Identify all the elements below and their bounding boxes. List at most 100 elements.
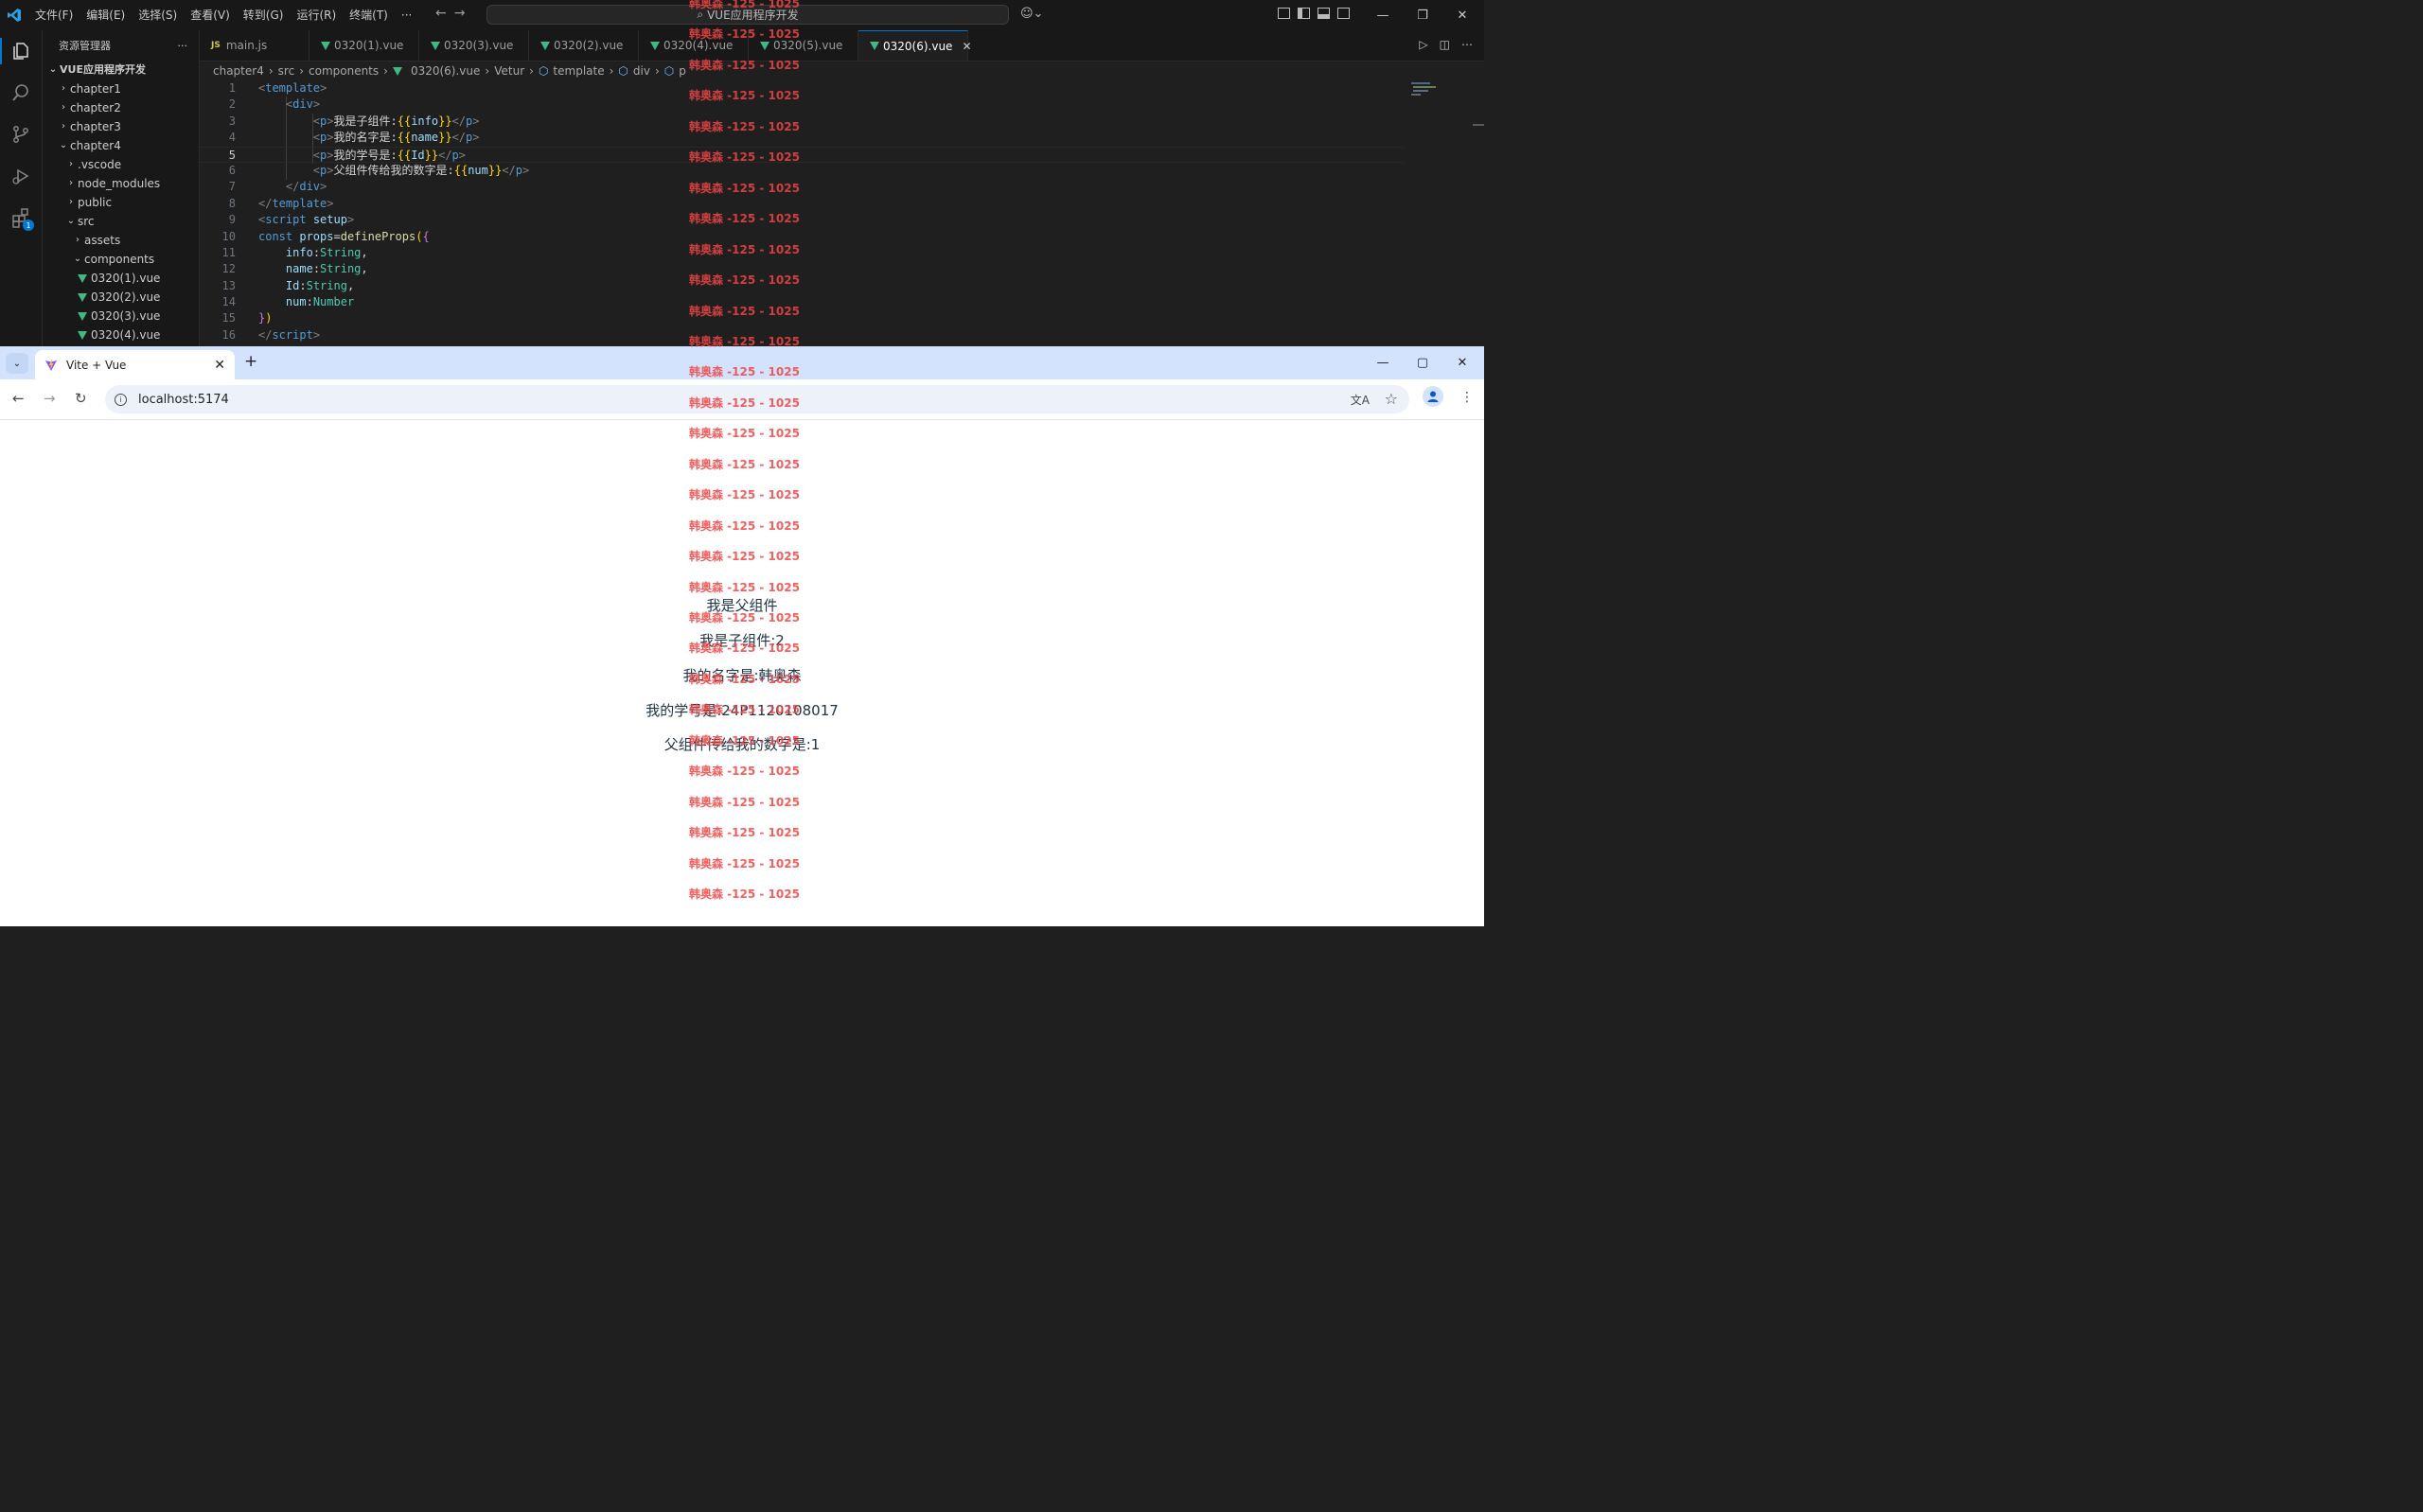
chevron-right-icon: › <box>69 159 73 169</box>
tree-item-label: 0320(3).vue <box>91 309 161 323</box>
close-icon[interactable]: ✕ <box>1442 346 1482 379</box>
extensions-icon[interactable]: 1 <box>0 197 42 238</box>
folder-item[interactable]: › node_modules <box>43 174 199 193</box>
file-item[interactable]: 0320(2).vue <box>43 288 199 307</box>
breadcrumb-item[interactable]: src <box>278 64 295 78</box>
close-tab-icon[interactable]: ✕ <box>962 40 971 53</box>
folder-item[interactable]: ⌄ VUE应用程序开发 <box>43 61 199 79</box>
web-page-content: 我是父组件 我是子组件:2 我的名字是:韩奥森 我的学号是:24P1120108017… <box>0 420 1484 926</box>
forward-arrow-icon[interactable]: → <box>454 6 466 21</box>
tab-search-dropdown-icon[interactable]: ⌄ <box>6 353 28 374</box>
breadcrumb-item[interactable]: chapter4 <box>213 64 264 78</box>
code-token: > <box>522 163 530 177</box>
vue-file-icon <box>78 330 87 340</box>
folder-item[interactable]: › assets <box>43 231 199 250</box>
profile-avatar-icon[interactable] <box>1423 386 1443 407</box>
folder-item[interactable]: ⌄ chapter4 <box>43 136 199 155</box>
minimize-icon[interactable]: — <box>1363 346 1403 379</box>
file-item[interactable]: 0320(1).vue <box>43 269 199 288</box>
folder-item[interactable]: › chapter3 <box>43 117 199 136</box>
copilot-icon[interactable]: ☺⌄ <box>1020 7 1043 21</box>
breadcrumb-item[interactable]: template <box>553 64 604 78</box>
code-token: > <box>327 148 334 162</box>
close-icon[interactable]: ✕ <box>1442 0 1482 30</box>
restore-icon[interactable]: ❐ <box>1403 0 1442 30</box>
chevron-right-icon: › <box>268 64 274 78</box>
code-editor[interactable]: 1 <template> 2 <div> 3 <p>我是子组件:{{info}}</p… <box>200 80 1484 346</box>
address-bar[interactable]: i localhost:5174 文A ☆ <box>105 385 1409 413</box>
folder-item[interactable]: › public <box>43 193 199 212</box>
new-tab-icon[interactable]: + <box>244 352 257 371</box>
editor-tab[interactable]: 0320(3).vue <box>419 30 529 61</box>
breadcrumb-item[interactable]: Vetur <box>494 64 524 78</box>
source-control-icon[interactable] <box>0 114 42 155</box>
split-editor-icon[interactable]: ◫ <box>1440 38 1450 51</box>
browser-tab[interactable]: Vite + Vue ✕ <box>35 350 235 379</box>
code-line: 4 <p>我的名字是:{{name}}</p> <box>200 130 1484 146</box>
toggle-sidebar-icon[interactable] <box>1298 8 1310 19</box>
search-icon[interactable] <box>0 72 42 114</box>
menu-item[interactable]: 文件(F) <box>28 0 80 30</box>
more-icon[interactable]: ⋯ <box>1461 38 1473 51</box>
menu-item[interactable]: 运行(R) <box>290 0 343 30</box>
folder-item[interactable]: ⌄ components <box>43 250 199 269</box>
translate-icon[interactable]: 文A <box>1351 392 1370 408</box>
minimize-icon[interactable]: — <box>1363 0 1403 30</box>
code-token: const <box>258 229 293 243</box>
breadcrumb-item[interactable]: 0320(6).vue <box>411 64 480 78</box>
back-arrow-icon[interactable]: ← <box>12 390 25 407</box>
line-number: 8 <box>228 196 236 210</box>
folder-item[interactable]: ⌄ src <box>43 212 199 231</box>
toggle-panel-icon[interactable] <box>1318 8 1330 19</box>
vue-file-icon <box>78 311 87 321</box>
forward-arrow-icon[interactable]: → <box>44 390 56 407</box>
editor-tab-label: 0320(4).vue <box>663 39 734 52</box>
toggle-secondary-sidebar-icon[interactable] <box>1337 8 1350 19</box>
code-token: = <box>333 229 341 243</box>
menu-item[interactable]: 编辑(E) <box>80 0 132 30</box>
command-center-search[interactable]: ⌕ VUE应用程序开发 <box>486 5 1009 25</box>
code-token: script <box>272 327 313 342</box>
menu-item[interactable]: 选择(S) <box>132 0 184 30</box>
editor-tab[interactable]: 0320(1).vue <box>310 30 419 61</box>
editor-tab[interactable]: 0320(4).vue <box>639 30 749 61</box>
bookmark-star-icon[interactable]: ☆ <box>1385 390 1398 408</box>
close-tab-icon[interactable]: ✕ <box>214 358 225 373</box>
editor-tab[interactable]: 0320(2).vue <box>529 30 639 61</box>
menu-item[interactable]: 终端(T) <box>343 0 395 30</box>
maximize-icon[interactable]: ▢ <box>1403 346 1442 379</box>
file-item[interactable]: 0320(3).vue <box>43 307 199 325</box>
file-item[interactable]: 0320(4).vue <box>43 325 199 344</box>
code-token: {{ <box>453 163 469 177</box>
customize-layout-icon[interactable] <box>1278 8 1290 19</box>
menu-item[interactable]: 查看(V) <box>184 0 237 30</box>
menu-item[interactable]: 转到(G) <box>237 0 291 30</box>
run-debug-icon[interactable] <box>0 155 42 197</box>
breadcrumb-item[interactable]: div <box>633 64 650 78</box>
code-text: <div> <box>258 97 320 113</box>
folder-item[interactable]: › chapter2 <box>43 98 199 117</box>
more-actions-icon[interactable]: ··· <box>178 40 188 52</box>
menu-item[interactable]: ··· <box>395 0 418 30</box>
breadcrumb-item[interactable]: p <box>679 64 686 78</box>
editor-tab[interactable]: JS main.js <box>200 30 310 61</box>
run-icon[interactable]: ▷ <box>1419 38 1427 51</box>
back-arrow-icon[interactable]: ← <box>435 6 447 21</box>
vite-favicon-icon <box>45 359 57 371</box>
code-text: <p>父组件传给我的数字是:{{num}}</p> <box>258 163 529 179</box>
line-number: 9 <box>228 213 236 227</box>
code-token: > <box>472 114 480 128</box>
site-info-icon[interactable]: i <box>115 393 127 406</box>
explorer-icon[interactable] <box>0 30 42 72</box>
code-token: div <box>299 180 321 194</box>
folder-item[interactable]: › chapter1 <box>43 79 199 98</box>
editor-tab[interactable]: 0320(6).vue ✕ <box>858 30 972 61</box>
browser-menu-icon[interactable]: ⋮ <box>1460 390 1474 405</box>
breadcrumb-item[interactable]: components <box>309 64 379 78</box>
folder-item[interactable]: › .vscode <box>43 155 199 174</box>
chevron-right-icon: › <box>69 178 73 188</box>
editor-tab[interactable]: 0320(5).vue <box>749 30 858 61</box>
reload-icon[interactable]: ↻ <box>75 390 87 407</box>
